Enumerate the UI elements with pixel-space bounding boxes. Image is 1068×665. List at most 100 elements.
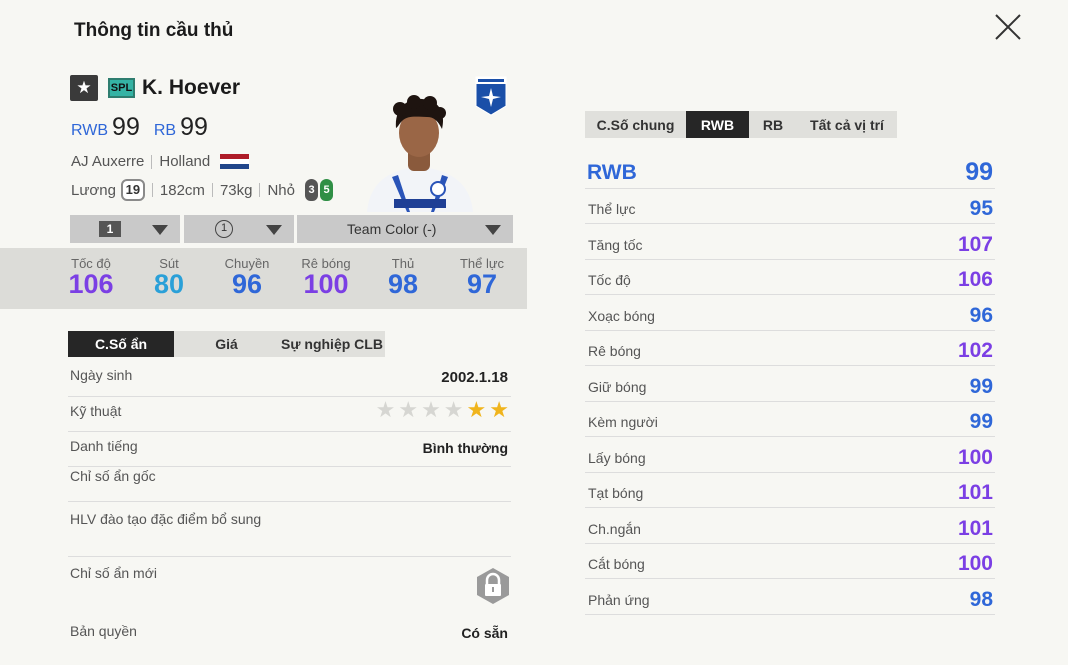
salary-badge: 19 [120,179,145,201]
tab-rb[interactable]: RB [749,111,797,138]
reputation-row: Danh tiếng Bình thường [68,438,511,467]
position-tag: RB [153,122,177,139]
position-stat-value: 95 [969,197,993,220]
height: 182cm [159,181,205,199]
coach-traits-row: HLV đào tạo đặc điểm bổ sung [68,511,511,557]
netherlands-flag-icon [220,153,250,170]
tab-hidden-stats[interactable]: C.Số ẩn [68,331,174,357]
position-stat-label: Rê bóng [588,343,641,359]
position-stat-label: Ch.ngắn [588,520,641,537]
skill-label: Kỹ thuật [70,403,122,419]
position-stat-value: 99 [969,410,993,433]
club-logo [475,76,507,116]
season-badge: SPL [108,78,135,98]
original-hidden-label: Chỉ số ẩn gốc [70,468,156,484]
stat-value: 97 [466,269,498,299]
stat-item: Thủ 98 [368,256,438,300]
license-value: Có sẵn [461,625,508,641]
new-hidden-label: Chỉ số ẩn mới [70,565,157,581]
tab-general-stats[interactable]: C.Số chung [585,111,686,138]
chemistry-value: 1 [215,220,233,238]
position-stat-value: 102 [957,339,993,362]
skill-row: Kỹ thuật ★ ★ ★ ★ ★ ★ [68,399,511,432]
reputation-label: Danh tiếng [70,438,138,454]
level-select[interactable]: 1 [70,215,180,243]
position-stat-row: Lấy bóng 100 [585,446,995,473]
level-value: 1 [99,221,121,237]
star-icon: ★ [466,397,487,422]
license-label: Bản quyền [70,623,137,639]
star-icon: ★ [421,397,441,422]
position-stat-row: Xoạc bóng 96 [585,304,995,331]
stat-value: 80 [153,269,185,299]
position-stat-value: 98 [969,587,993,611]
position-stat-label: Lấy bóng [588,449,646,466]
team-color-select[interactable]: Team Color (-) [297,215,513,243]
stat-value: 98 [387,269,419,299]
nation-name: Holland [159,153,211,170]
stat-item: Tốc độ 106 [56,256,126,300]
birth-row: Ngày sinh 2002.1.18 [68,367,511,397]
tab-club-career[interactable]: Sự nghiệp CLB [279,331,385,357]
birth-label: Ngày sinh [70,367,133,383]
stat-item: Thể lực 97 [447,256,517,300]
position-rating: 99 [180,113,208,141]
position-stat-label: Tạt bóng [588,485,644,501]
new-hidden-row: Chỉ số ẩn mới [68,565,511,613]
position-stat-value: 100 [957,552,993,575]
club-nation-row: AJ Auxerre Holland [71,153,250,170]
position-stat-label: Cắt bóng [588,556,645,572]
position-stat-label: Xoạc bóng [588,307,655,324]
position-stat-label: Tăng tốc [588,236,643,253]
position-stat-row: Cắt bóng 100 [585,552,995,579]
position-stat-label: Tốc độ [588,272,631,288]
club-name: AJ Auxerre [71,153,145,170]
lock-icon[interactable] [475,567,511,605]
position-stat-label: Giữ bóng [588,378,647,395]
position-stat-row: Kèm người 99 [585,410,995,437]
stat-value: 106 [68,269,114,299]
position-stat-label: Thể lực [588,201,636,217]
chevron-down-icon [266,225,282,235]
strong-foot-icon: 5 [320,179,333,201]
position-stat-row: Ch.ngắn 101 [585,517,995,544]
favorite-star-icon[interactable]: ★ [70,75,98,101]
stat-value: 100 [303,269,349,299]
chevron-down-icon [152,225,168,235]
stat-item: Sút 80 [134,256,204,300]
weak-foot-icon: 3 [305,179,318,201]
body-type: Nhỏ [267,181,295,199]
salary-label: Lương [71,181,116,199]
position-stat-row: Tốc độ 106 [585,268,995,295]
license-row: Bản quyền Có sẵn [68,623,511,649]
player-info-row: Lương 19 182cm 73kg Nhỏ 3 5 [71,179,333,201]
position-stat-value: 107 [957,232,993,256]
chevron-down-icon [485,225,501,235]
position-stat-row: Tăng tốc 107 [585,233,995,260]
position-stat-row: Giữ bóng 99 [585,375,995,402]
reputation-value: Bình thường [422,440,508,456]
chemistry-select[interactable]: 1 [184,215,294,243]
position-stat-row: Rê bóng 102 [585,339,995,366]
star-icon: ★ [443,397,464,422]
position-stat-label: Phản ứng [588,591,650,608]
position-stat-value: 106 [957,268,993,291]
close-icon[interactable] [990,12,1024,42]
position-stat-value: 101 [957,516,993,540]
stat-item: Chuyền 96 [212,256,282,300]
stat-item: Rê bóng 100 [291,256,361,300]
position-label: RWB [587,161,637,184]
main-stats-band: Tốc độ 106 Sút 80 Chuyền 96 Rê bóng 100 Thủ 98 Thể… [0,248,527,309]
player-name: K. Hoever [142,76,241,99]
tab-rwb[interactable]: RWB [686,111,749,138]
tab-price[interactable]: Giá [174,331,279,357]
position-stat-value: 100 [957,445,993,469]
star-icon: ★ [489,397,509,422]
coach-traits-label: HLV đào tạo đặc điểm bổ sung [70,511,262,527]
position-rating: 99 [112,113,140,141]
skill-stars: ★ ★ ★ ★ ★ ★ [376,399,509,421]
team-color-value: Team Color (-) [347,221,437,237]
stat-value: 96 [231,269,263,299]
position-tag: RWB [71,122,109,139]
tab-all-positions[interactable]: Tất cả vị trí [797,111,897,138]
